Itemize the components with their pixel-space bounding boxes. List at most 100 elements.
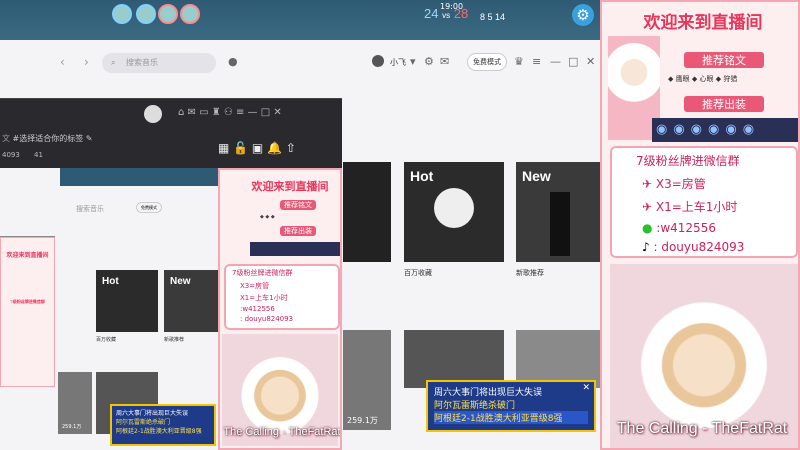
back-arrow-icon[interactable]: ‹ — [60, 55, 65, 69]
wechat-icon: ● — [642, 221, 657, 235]
item-icons: ◉◉◉◉◉◉ — [656, 122, 761, 137]
news-line: 阿尔瓦雷斯绝杀破门 — [434, 401, 516, 411]
fan-title: 7级粉丝牌进微信群 — [232, 269, 293, 277]
forward-arrow-icon[interactable]: › — [84, 55, 89, 69]
message-icon[interactable]: ✉ — [440, 55, 449, 68]
news-banner: 周六大事门将出现巨大失误 阿尔瓦雷斯绝杀破门 阿根廷2-1战胜澳大利亚晋级8强 … — [426, 380, 596, 432]
close-icon[interactable]: ✕ — [582, 383, 590, 393]
hero-avatar — [136, 4, 156, 24]
nested-tile: New — [164, 270, 218, 332]
red-score: 28 — [453, 6, 469, 21]
rule-item: X1=上车1小时 — [240, 294, 288, 302]
avatar[interactable] — [372, 55, 384, 67]
nested-welcome: 欢迎来到直播间 — [6, 252, 49, 259]
overlay-panel: 欢迎来到直播间 推荐铭文 ◆ 鹰眼 ◆ 心眼 ◆ 狩猎 推荐出装 ◉◉◉◉◉◉ … — [600, 0, 800, 450]
blue-score: 24 — [424, 6, 439, 21]
count-a: 4093 — [2, 151, 20, 159]
menu-icon[interactable]: ≡ — [532, 55, 541, 68]
runes-chip: 推荐铭文 — [684, 52, 764, 68]
chevron-down-icon[interactable]: ▾ — [410, 55, 416, 68]
news-line: 阿根廷2-1战胜澳大利亚晋级8强 — [434, 411, 588, 424]
item-strip — [250, 242, 340, 256]
search-input[interactable]: ⌕ 搜索音乐 — [102, 53, 216, 73]
rune-name: 心眼 — [699, 75, 714, 83]
news-line: 周六大事门将出现巨大失误 — [116, 410, 189, 417]
rune-name: 鹰眼 — [675, 75, 690, 83]
rule-row: ✈ X1=上车1小时 — [642, 198, 796, 215]
free-mode-button[interactable]: 免费模式 — [467, 53, 507, 71]
close-icon[interactable]: ✕ — [586, 55, 595, 68]
fan-title: 7级粉丝牌进微信群 — [636, 154, 740, 168]
playlist-tile-new[interactable]: New — [516, 162, 600, 262]
action-icons: ▦ 🔓 ▣ 🔔 ⇧ — [218, 141, 296, 155]
nested-tile: 259.1万 — [58, 372, 92, 434]
hero-avatar — [112, 4, 132, 24]
news-line: 阿尔瓦雷斯绝杀破门 — [116, 419, 171, 426]
play-count: 259.1万 — [347, 416, 378, 425]
playlist-cover[interactable]: 259.1万 — [343, 330, 391, 430]
nested-dark-window: ⌂ ✉ ▭ ♜ ⚇ ≡ — □ ✕ 文 #选择适合你的标签 ✎ 4093 41 … — [0, 98, 342, 168]
wechat-id: :w412556 — [240, 305, 275, 313]
plane-icon: ✈ — [642, 177, 656, 191]
wechat-row: ● :w412556 — [642, 221, 796, 235]
rune-list: ◆ 鹰眼 ◆ 心眼 ◆ 狩猎 — [668, 74, 737, 84]
player-stats: 8 5 14 — [480, 12, 506, 22]
settings-icon[interactable]: ⚙ — [424, 55, 434, 68]
tile-art — [550, 192, 570, 256]
game-hud: 19:00 24 vs 28 8 5 14 ⚙ — [0, 0, 600, 40]
rune-icons: ◆ ◆ ◆ — [260, 214, 275, 220]
nested-caption: 百万收藏 — [96, 337, 117, 343]
tag-text[interactable]: #选择适合你的标签 — [13, 134, 84, 143]
song-title-small: The Calling - TheFatRat — [223, 426, 341, 438]
user-name[interactable]: 小飞 — [390, 57, 406, 68]
nested-screenshot-2: 欢迎来到直播间 7级粉丝牌进微信群 — [0, 236, 55, 450]
wechat-id: :w412556 — [656, 221, 716, 235]
song-title: The Calling - TheFatRat — [616, 420, 788, 437]
rule-row: ✈ X3=房管 — [642, 175, 796, 192]
rule-item: X1=上车1小时 — [655, 200, 738, 214]
fan-info-box: 7级粉丝牌进微信群 ✈ X3=房管 ✈ X1=上车1小时 ● :w412556 … — [610, 146, 798, 258]
news-line: 周六大事门将出现巨大失误 — [434, 388, 543, 398]
search-icon: ⌕ — [111, 58, 116, 67]
fan-info-box: 7级粉丝牌进微信群 X3=房管 X1=上车1小时 :w412556 : douy… — [224, 264, 340, 330]
douyin-row: ♪ : douyu824093 — [642, 240, 796, 254]
nested-overlay: 欢迎来到直播间 7级粉丝牌进微信群 — [0, 237, 55, 387]
gear-chip: 推荐出装 — [684, 96, 764, 112]
nested-play-count: 259.1万 — [62, 424, 82, 430]
nested-mode-btn: 免费模式 — [136, 202, 162, 213]
douyin-id: : douyu824093 — [240, 315, 294, 323]
search-placeholder: 搜索音乐 — [126, 58, 158, 67]
gear-icon[interactable]: ⚙ — [572, 4, 594, 26]
toolbar-icons: ⌂ ✉ ▭ ♜ ⚇ ≡ — □ ✕ — [178, 107, 282, 118]
plane-icon: ✈ — [642, 200, 656, 214]
runes-chip: 推荐铭文 — [280, 200, 316, 210]
skin-icon[interactable]: ♛ — [514, 55, 524, 68]
playlist-cover[interactable] — [343, 162, 391, 262]
vs-label: vs — [442, 11, 451, 20]
tile-tag: New — [522, 168, 551, 184]
news-line: 阿根廷2-1战胜澳大利亚晋级8强 — [116, 428, 202, 435]
recommended-items-strip: ◉◉◉◉◉◉ — [652, 118, 798, 142]
nested-tile: Hot — [96, 270, 158, 332]
count-b: 41 — [34, 151, 43, 159]
rune-icon: ◆ — [668, 75, 674, 83]
minimize-icon[interactable]: — — [550, 55, 561, 68]
douyin-id: : douyu824093 — [653, 240, 745, 254]
tile-caption[interactable]: 百万收藏 — [404, 268, 432, 278]
welcome-title: 欢迎来到直播间 — [643, 13, 763, 33]
rune-name: 狩猎 — [723, 75, 738, 83]
nested-fan-title: 7级粉丝牌进微信群 — [10, 299, 45, 304]
tile-tag: Hot — [410, 168, 434, 184]
nested-caption: 新歌推荐 — [164, 337, 185, 343]
douyin-icon: ♪ — [642, 240, 654, 254]
kill-score: 24 vs 28 — [424, 6, 468, 21]
news-banner-small: 周六大事门将出现巨大失误 阿尔瓦雷斯绝杀破门 阿根廷2-1战胜澳大利亚晋级8强 — [110, 404, 216, 446]
tile-caption[interactable]: 新歌推荐 — [516, 268, 544, 278]
playlist-tile-hot[interactable]: Hot — [404, 162, 504, 262]
nested-hud — [60, 168, 218, 186]
avatar[interactable] — [144, 105, 162, 123]
maximize-icon[interactable]: □ — [568, 55, 578, 68]
voice-search-icon[interactable]: ● — [228, 55, 238, 68]
gear-chip: 推荐出装 — [280, 226, 316, 236]
rule-item: X3=房管 — [240, 282, 270, 290]
